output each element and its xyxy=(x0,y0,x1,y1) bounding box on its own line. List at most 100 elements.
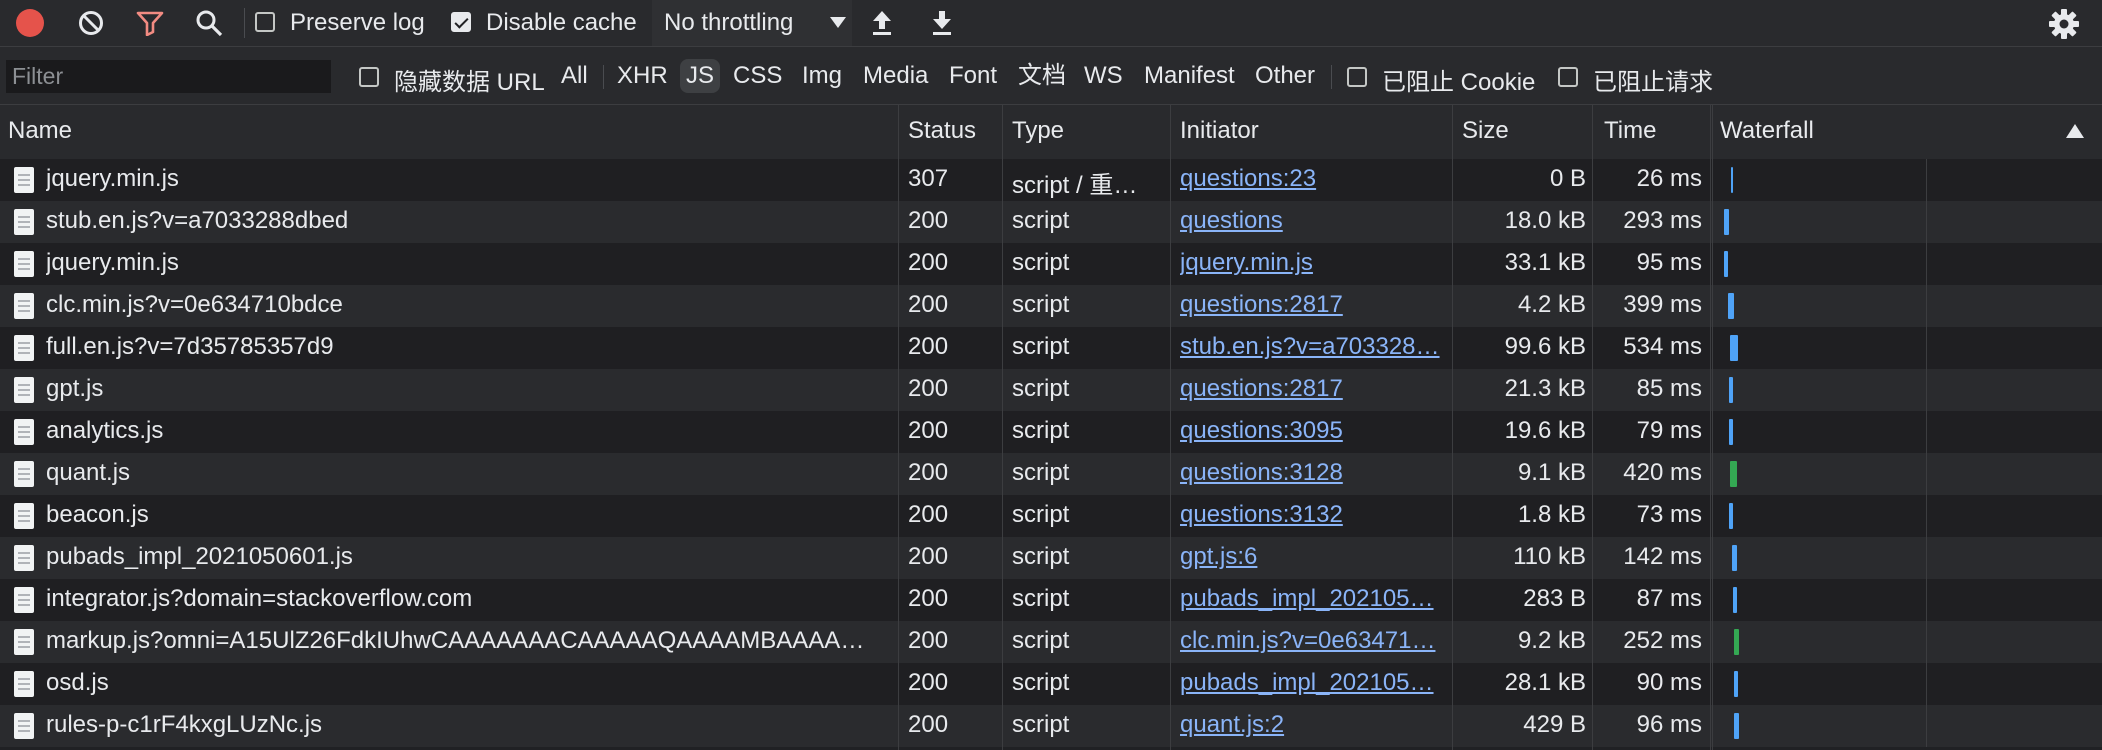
column-header-size[interactable]: Size xyxy=(1462,117,1509,145)
column-divider[interactable] xyxy=(1710,105,1711,750)
table-row[interactable]: rules-p-c1rF4kxgLUzNc.js 200 script quant.j… xyxy=(0,705,2102,747)
request-name[interactable]: stub.en.js?v=a7033288dbed xyxy=(46,207,876,235)
column-header-name[interactable]: Name xyxy=(8,117,72,145)
request-initiator-link[interactable]: questions:3128 xyxy=(1180,459,1446,487)
blocked-requests-checkbox[interactable] xyxy=(1558,67,1578,87)
table-row[interactable]: osd.js 200 script pubads_impl_202105… 28.1 k… xyxy=(0,663,2102,705)
column-header-initiator[interactable]: Initiator xyxy=(1180,117,1259,145)
type-filter-css[interactable]: CSS xyxy=(727,59,788,93)
request-initiator-link[interactable]: pubads_impl_202105… xyxy=(1180,585,1446,613)
column-divider[interactable] xyxy=(1592,105,1593,750)
request-name[interactable]: rules-p-c1rF4kxgLUzNc.js xyxy=(46,711,876,739)
request-type: script xyxy=(1012,459,1070,486)
type-filter-xhr[interactable]: XHR xyxy=(611,59,674,93)
request-initiator-link[interactable]: jquery.min.js xyxy=(1180,249,1446,277)
request-status: 200 xyxy=(908,627,949,654)
table-row[interactable]: clc.min.js?v=0e634710bdce 200 script questi… xyxy=(0,285,2102,327)
waterfall-bar xyxy=(1732,545,1737,571)
table-row[interactable]: jquery.min.js 307 script / 重… questions:23 0… xyxy=(0,159,2102,201)
table-row[interactable]: quant.js 200 script questions:3128 9.1 kB 420… xyxy=(0,453,2102,495)
hide-data-url-checkbox[interactable] xyxy=(359,67,379,87)
request-name[interactable]: full.en.js?v=7d35785357d9 xyxy=(46,333,876,361)
file-icon xyxy=(14,587,34,613)
request-time: 399 ms xyxy=(1623,291,1702,318)
request-name[interactable]: integrator.js?domain=stackoverflow.com xyxy=(46,585,876,613)
request-initiator-link[interactable]: stub.en.js?v=a703328… xyxy=(1180,333,1446,361)
table-row[interactable]: gpt.js 200 script questions:2817 21.3 kB 85 m… xyxy=(0,369,2102,411)
search-icon[interactable] xyxy=(195,9,223,37)
disable-cache-checkbox[interactable] xyxy=(451,12,471,32)
request-size: 21.3 kB xyxy=(1504,375,1586,402)
preserve-log-label[interactable]: Preserve log xyxy=(290,9,425,37)
blocked-cookies-checkbox[interactable] xyxy=(1347,67,1367,87)
request-initiator-link[interactable]: pubads_impl_202105… xyxy=(1180,669,1446,697)
request-initiator-link[interactable]: questions:3095 xyxy=(1180,417,1446,445)
type-filter-ws[interactable]: WS xyxy=(1078,59,1129,93)
filter-input[interactable] xyxy=(6,60,331,93)
column-divider[interactable] xyxy=(1452,105,1453,750)
column-header-type[interactable]: Type xyxy=(1012,117,1064,145)
table-row[interactable]: pubads_impl_2021050601.js 200 script gpt.js… xyxy=(0,537,2102,579)
table-row[interactable]: jquery.min.js 200 script jquery.min.js 33.1 … xyxy=(0,243,2102,285)
column-divider[interactable] xyxy=(1170,105,1171,750)
column-header-waterfall[interactable]: Waterfall xyxy=(1720,117,1814,145)
request-initiator-link[interactable]: gpt.js:6 xyxy=(1180,543,1446,571)
request-name[interactable]: analytics.js xyxy=(46,417,876,445)
table-row[interactable]: stub.en.js?v=a7033288dbed 200 script questi… xyxy=(0,201,2102,243)
upload-icon[interactable] xyxy=(870,8,894,38)
disable-cache-label[interactable]: Disable cache xyxy=(486,9,637,37)
request-status: 200 xyxy=(908,585,949,612)
request-name[interactable]: jquery.min.js xyxy=(46,165,876,193)
type-filter-manifest[interactable]: Manifest xyxy=(1138,59,1241,93)
table-row[interactable]: full.en.js?v=7d35785357d9 200 script stub.e… xyxy=(0,327,2102,369)
filter-icon[interactable] xyxy=(136,10,164,36)
request-name[interactable]: pubads_impl_2021050601.js xyxy=(46,543,876,571)
request-type: script xyxy=(1012,207,1070,234)
request-name[interactable]: quant.js xyxy=(46,459,876,487)
table-row[interactable]: markup.js?omni=A15UlZ26FdkIUhwCAAAAAAACA… xyxy=(0,621,2102,663)
column-divider[interactable] xyxy=(898,105,899,750)
type-filter-media[interactable]: Media xyxy=(857,59,934,93)
gear-icon[interactable] xyxy=(2048,8,2080,40)
request-name[interactable]: clc.min.js?v=0e634710bdce xyxy=(46,291,876,319)
request-name[interactable]: osd.js xyxy=(46,669,876,697)
table-row[interactable]: analytics.js 200 script questions:3095 19.6 … xyxy=(0,411,2102,453)
type-filter-font[interactable]: Font xyxy=(943,59,1003,93)
column-header-status[interactable]: Status xyxy=(908,117,976,145)
preserve-log-checkbox[interactable] xyxy=(255,12,275,32)
type-filter-img[interactable]: Img xyxy=(796,59,848,93)
request-name[interactable]: beacon.js xyxy=(46,501,876,529)
blocked-requests-label[interactable]: 已阻止请求 xyxy=(1593,62,1713,97)
sort-ascending-icon[interactable] xyxy=(2066,124,2084,138)
blocked-cookies-label[interactable]: 已阻止 Cookie xyxy=(1382,62,1535,97)
request-initiator-link[interactable]: questions:3132 xyxy=(1180,501,1446,529)
request-initiator-link[interactable]: questions:2817 xyxy=(1180,375,1446,403)
table-row[interactable]: beacon.js 200 script questions:3132 1.8 kB 73… xyxy=(0,495,2102,537)
request-initiator-link[interactable]: questions:23 xyxy=(1180,165,1446,193)
record-icon[interactable] xyxy=(16,9,44,37)
throttling-select[interactable]: No throttling xyxy=(652,0,852,46)
table-row[interactable]: integrator.js?domain=stackoverflow.com 20… xyxy=(0,579,2102,621)
waterfall-bar xyxy=(1728,293,1734,319)
request-initiator-link[interactable]: questions xyxy=(1180,207,1446,235)
column-divider[interactable] xyxy=(1002,105,1003,750)
request-name[interactable]: gpt.js xyxy=(46,375,876,403)
request-initiator-link[interactable]: questions:2817 xyxy=(1180,291,1446,319)
request-size: 9.1 kB xyxy=(1517,459,1586,486)
request-name[interactable]: jquery.min.js xyxy=(46,249,876,277)
type-filter-js[interactable]: JS xyxy=(680,59,721,93)
download-icon[interactable] xyxy=(930,8,954,38)
type-filter-other[interactable]: Other xyxy=(1249,59,1321,93)
request-name[interactable]: markup.js?omni=A15UlZ26FdkIUhwCAAAAAAACA… xyxy=(46,627,876,655)
request-time: 90 ms xyxy=(1636,669,1702,696)
request-initiator-link[interactable]: clc.min.js?v=0e63471… xyxy=(1180,627,1446,655)
clear-icon[interactable] xyxy=(78,10,104,36)
column-header-time[interactable]: Time xyxy=(1604,117,1656,145)
type-filter-doc[interactable]: 文档 xyxy=(1012,59,1072,93)
request-status: 200 xyxy=(908,669,949,696)
waterfall-bar xyxy=(1730,461,1737,487)
type-filter-all[interactable]: All xyxy=(555,59,594,93)
request-time: 79 ms xyxy=(1636,417,1702,444)
hide-data-url-label[interactable]: 隐藏数据 URL xyxy=(394,62,545,97)
request-initiator-link[interactable]: quant.js:2 xyxy=(1180,711,1446,739)
